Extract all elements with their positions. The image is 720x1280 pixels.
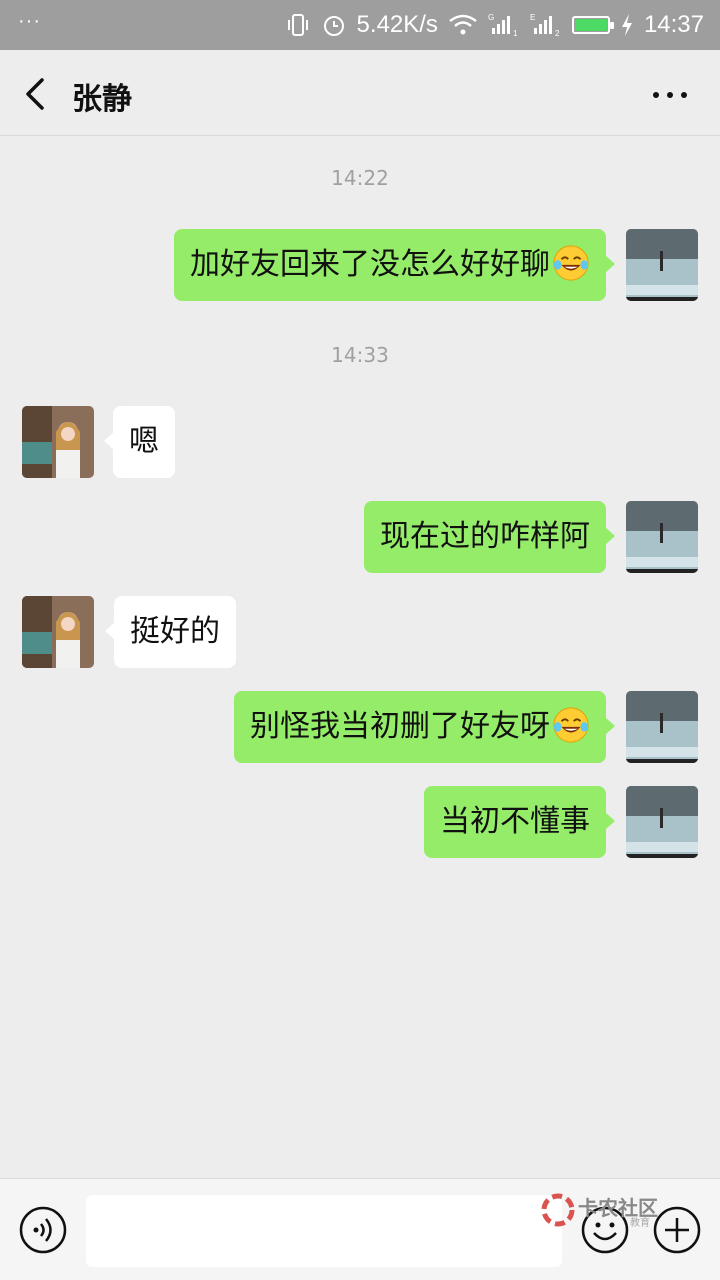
chat-title: 张静 <box>72 82 132 117</box>
message-bubble[interactable]: 别怪我当初删了好友呀 <box>234 691 615 763</box>
time-divider: 14:22 <box>331 166 389 190</box>
status-bar: ··· 5.42K/s G 1 E 2 14:37 <box>0 0 720 50</box>
wifi-icon <box>448 13 478 37</box>
landscape-avatar-image <box>626 229 698 301</box>
message-text: 现在过的咋样阿 <box>380 519 590 554</box>
message-text: 加好友回来了没怎么好好聊 <box>190 247 550 282</box>
my-avatar[interactable] <box>626 229 698 301</box>
back-button[interactable] <box>18 74 54 114</box>
message-bubble[interactable]: 加好友回来了没怎么好好聊 <box>174 229 615 301</box>
message-bubble[interactable]: 挺好的 <box>105 596 236 668</box>
my-avatar[interactable] <box>626 501 698 573</box>
watermark-logo-icon <box>541 1193 575 1227</box>
status-time: 14:37 <box>643 11 704 38</box>
more-actions-button[interactable] <box>652 1205 702 1255</box>
girl-avatar-image <box>22 406 94 478</box>
laughing-tears-emoji <box>553 706 589 743</box>
voice-button[interactable] <box>18 1205 68 1255</box>
alarm-icon <box>321 12 347 38</box>
signal-sim1-icon: G 1 <box>488 12 520 38</box>
contact-avatar[interactable] <box>22 596 94 668</box>
girl-avatar-image <box>22 596 94 668</box>
message-text: 别怪我当初删了好友呀 <box>250 709 550 744</box>
status-bar-right: 5.42K/s G 1 E 2 14:37 <box>285 0 704 50</box>
watermark-sub: 教育 <box>630 1218 650 1229</box>
sim2-label: E <box>530 13 535 22</box>
message-bubble[interactable]: 嗯 <box>104 406 175 478</box>
back-chevron-icon <box>26 78 44 110</box>
message-input[interactable] <box>86 1195 562 1267</box>
contact-avatar[interactable] <box>22 406 94 478</box>
time-divider: 14:33 <box>331 343 389 367</box>
plus-icon <box>653 1206 701 1254</box>
voice-icon <box>19 1206 67 1254</box>
landscape-avatar-image <box>626 786 698 858</box>
notification-dots: ··· <box>18 10 41 32</box>
vibrate-icon <box>285 12 311 38</box>
chat-header: 张静 <box>0 50 720 136</box>
battery-fill <box>574 19 607 31</box>
sim1-number: 1 <box>513 29 518 38</box>
my-avatar[interactable] <box>626 786 698 858</box>
laughing-tears-emoji <box>553 244 589 281</box>
net-speed: 5.42K/s <box>356 11 438 38</box>
message-bubble[interactable]: 现在过的咋样阿 <box>364 501 615 573</box>
more-button[interactable] <box>650 80 690 110</box>
my-avatar[interactable] <box>626 691 698 763</box>
battery-icon <box>571 16 614 34</box>
signal-sim2-icon: E 2 <box>530 12 562 38</box>
landscape-avatar-image <box>626 691 698 763</box>
message-text: 当初不懂事 <box>440 804 590 839</box>
message-bubble[interactable]: 当初不懂事 <box>424 786 615 858</box>
message-text: 挺好的 <box>130 614 220 649</box>
landscape-avatar-image <box>626 501 698 573</box>
sim1-label: G <box>488 13 494 22</box>
sim2-number: 2 <box>555 29 560 38</box>
charging-icon <box>620 13 634 37</box>
more-dots-icon <box>653 92 687 98</box>
message-text: 嗯 <box>129 424 159 459</box>
